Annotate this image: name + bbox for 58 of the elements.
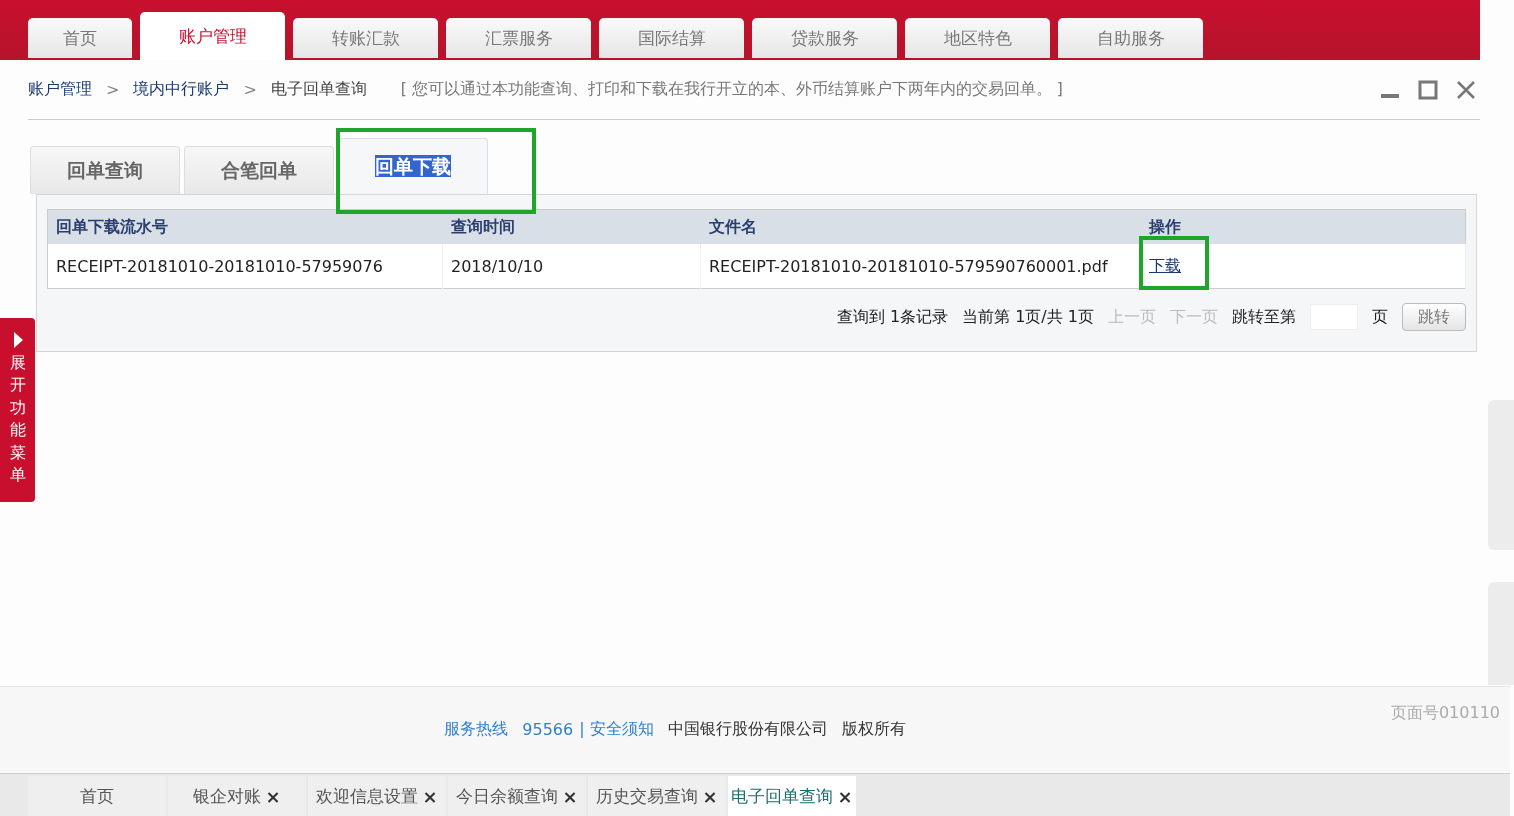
nav-tab[interactable]: 自助服务 bbox=[1058, 18, 1203, 58]
side-handle[interactable] bbox=[1488, 582, 1514, 685]
sub-tab[interactable]: 合笔回单 bbox=[184, 146, 334, 194]
breadcrumb-separator: > bbox=[243, 80, 257, 99]
table-cell: RECEIPT-20181010-20181010-57959076 bbox=[47, 244, 443, 289]
close-icon[interactable] bbox=[1456, 79, 1476, 100]
column-header: 文件名 bbox=[700, 209, 1141, 244]
table-cell: 2018/10/10 bbox=[442, 244, 701, 289]
close-tab-icon[interactable]: × bbox=[422, 785, 438, 807]
hotline-link[interactable]: 服务热线 bbox=[444, 719, 509, 740]
record-count: 查询到 1条记录 bbox=[836, 306, 949, 328]
sub-tab[interactable]: 回单下载 bbox=[338, 138, 488, 194]
close-tab-icon[interactable]: × bbox=[265, 785, 281, 807]
company-name: 中国银行股份有限公司 bbox=[667, 719, 828, 740]
page-tab-label: 银企对账 bbox=[193, 784, 262, 808]
table-cell: RECEIPT-20181010-20181010-579590760001.pdf bbox=[700, 244, 1141, 289]
expand-menu-tab[interactable]: 展开功能菜单 bbox=[0, 318, 35, 502]
nav-tab[interactable]: 转账汇款 bbox=[293, 18, 438, 58]
breadcrumb-separator: > bbox=[106, 80, 120, 99]
close-tab-icon[interactable]: × bbox=[562, 785, 578, 807]
close-tab-icon[interactable]: × bbox=[837, 785, 853, 807]
page-unit: 页 bbox=[1372, 306, 1388, 328]
breadcrumb-current: 电子回单查询 bbox=[270, 79, 367, 100]
page-tab-label: 今日余额查询 bbox=[456, 784, 559, 808]
copyright-text: 版权所有 bbox=[841, 719, 906, 740]
page-tab-label: 历史交易查询 bbox=[596, 784, 699, 808]
nav-tab[interactable]: 账户管理 bbox=[140, 12, 285, 60]
nav-tab[interactable]: 地区特色 bbox=[905, 18, 1050, 58]
close-tab-icon[interactable]: × bbox=[702, 785, 718, 807]
column-header: 查询时间 bbox=[442, 209, 701, 244]
page-tab[interactable]: 历史交易查询 × bbox=[588, 776, 726, 816]
nav-tab[interactable]: 国际结算 bbox=[599, 18, 744, 58]
sub-tab[interactable]: 回单查询 bbox=[30, 146, 180, 194]
description-text: [ 您可以通过本功能查询、打印和下载在我行开立的本、外币结算账户下两年内的交易回单。 ] bbox=[400, 79, 1064, 100]
breadcrumb-link[interactable]: 境内中行账户 bbox=[133, 79, 230, 100]
triangle-icon bbox=[12, 332, 23, 348]
page-tab[interactable]: 银企对账 × bbox=[168, 776, 306, 816]
page-info: 当前第 1页/共 1页 bbox=[962, 306, 1094, 328]
goto-label: 跳转至第 bbox=[1232, 306, 1296, 328]
security-notice-link[interactable]: | 安全须知 bbox=[579, 719, 654, 740]
maximize-icon[interactable] bbox=[1418, 79, 1438, 100]
download-link[interactable]: 下载 bbox=[1149, 255, 1181, 275]
page-tab[interactable]: 电子回单查询 × bbox=[728, 776, 856, 816]
column-header: 操作 bbox=[1140, 209, 1466, 244]
nav-tab[interactable]: 首页 bbox=[28, 18, 132, 58]
page-tab[interactable]: 今日余额查询 × bbox=[448, 776, 586, 816]
column-header: 回单下载流水号 bbox=[47, 209, 443, 244]
page-tab[interactable]: 首页 bbox=[28, 776, 166, 816]
nav-tab[interactable]: 汇票服务 bbox=[446, 18, 591, 58]
goto-button[interactable]: 跳转 bbox=[1402, 303, 1466, 331]
page-number: 页面号010110 bbox=[1390, 703, 1500, 724]
nav-tab[interactable]: 贷款服务 bbox=[752, 18, 897, 58]
page-tab[interactable]: 欢迎信息设置 × bbox=[308, 776, 446, 816]
page-tab-label: 首页 bbox=[80, 784, 114, 808]
page-tab-label: 电子回单查询 bbox=[731, 784, 834, 808]
breadcrumb-link[interactable]: 账户管理 bbox=[28, 79, 92, 100]
hotline-number: 95566 bbox=[522, 720, 574, 739]
page-tab-label: 欢迎信息设置 bbox=[316, 784, 419, 808]
